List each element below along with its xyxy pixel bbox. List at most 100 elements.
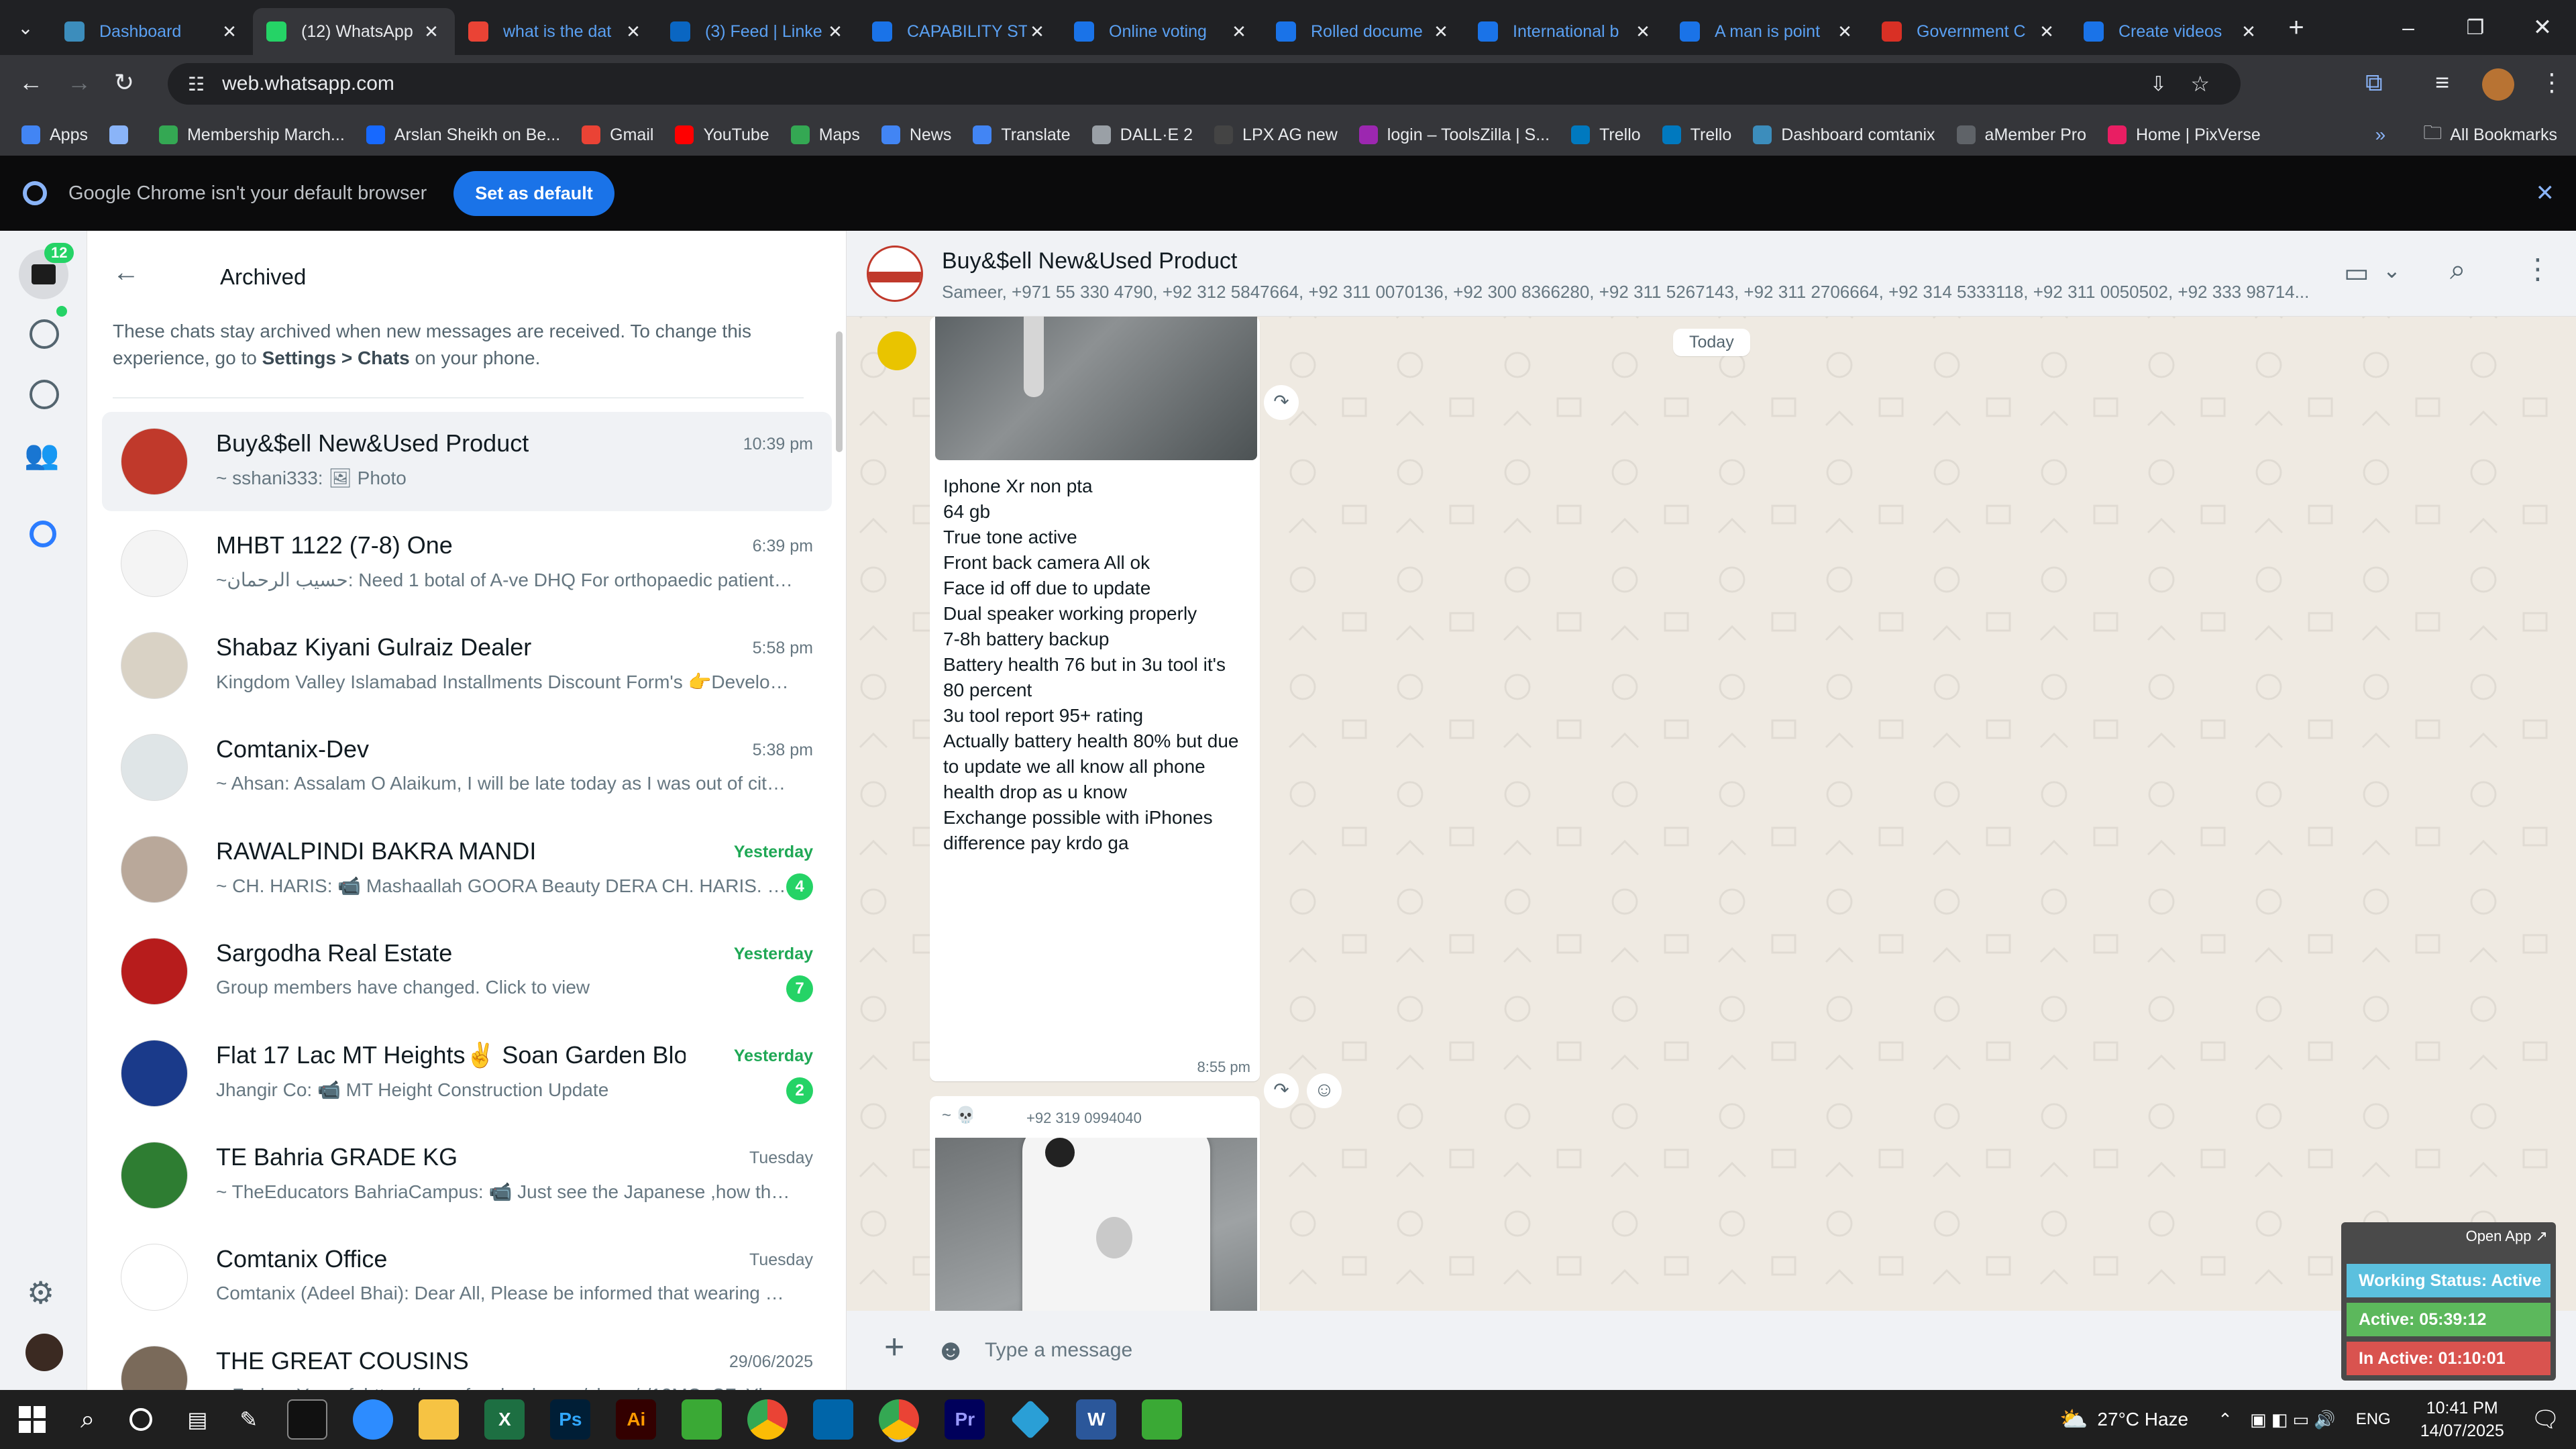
site-info-icon[interactable]: ☷ bbox=[188, 73, 205, 95]
premiere-icon[interactable]: Pr bbox=[945, 1399, 985, 1440]
communities-icon[interactable]: 👥 bbox=[24, 439, 59, 472]
open-app-link[interactable]: Open App ↗ bbox=[2466, 1228, 2548, 1245]
bookmark-item[interactable]: Trello bbox=[1571, 125, 1641, 145]
bookmark-item[interactable]: LPX AG new bbox=[1214, 125, 1338, 145]
chat-list-item[interactable]: TE Bahria GRADE KG Tuesday ~ TheEducators … bbox=[102, 1126, 832, 1225]
tab-close-icon[interactable]: ✕ bbox=[1633, 21, 1653, 42]
clock[interactable]: 10:41 PM 14/07/2025 bbox=[2420, 1397, 2504, 1442]
bookmark-item[interactable]: DALL·E 2 bbox=[1091, 125, 1193, 145]
infobar-close-icon[interactable]: ✕ bbox=[2536, 180, 2555, 207]
photoshop-icon[interactable]: Ps bbox=[550, 1399, 591, 1440]
tab-close-icon[interactable]: ✕ bbox=[1431, 21, 1451, 42]
notification-center-icon[interactable]: 🗨 bbox=[2531, 1406, 2560, 1433]
browser-tab[interactable]: A man is point ✕ bbox=[1666, 8, 1868, 55]
tab-close-icon[interactable]: ✕ bbox=[219, 21, 239, 42]
camtasia-2-icon[interactable] bbox=[1142, 1399, 1183, 1440]
channels-icon[interactable] bbox=[30, 380, 59, 409]
tab-close-icon[interactable]: ✕ bbox=[1835, 21, 1855, 42]
message-input[interactable]: Type a message bbox=[985, 1339, 1132, 1362]
menu-kebab-icon[interactable]: ⋮ bbox=[2540, 68, 2564, 97]
all-bookmarks[interactable]: All Bookmarks bbox=[2450, 125, 2557, 145]
minimize-button[interactable]: – bbox=[2375, 15, 2442, 40]
video-call-icon[interactable]: ▭ bbox=[2344, 258, 2369, 288]
install-app-icon[interactable]: ⇩ bbox=[2150, 72, 2167, 96]
chat-header[interactable]: Buy&$ell New&Used Product Sameer, +971 5… bbox=[847, 231, 2576, 317]
chat-list-item[interactable]: MHBT 1122 (7-8) One 6:39 pm ~حسیب الرحمان:… bbox=[102, 514, 832, 613]
browser-tab[interactable]: CAPABILITY ST ✕ bbox=[859, 8, 1061, 55]
terminal-app-icon[interactable] bbox=[287, 1399, 328, 1440]
forward-icon-2[interactable]: ↷ bbox=[1264, 1073, 1299, 1108]
browser-tab[interactable]: what is the dat ✕ bbox=[455, 8, 657, 55]
tab-close-icon[interactable]: ✕ bbox=[421, 21, 441, 42]
restore-button[interactable]: ❐ bbox=[2442, 16, 2509, 40]
call-dropdown-chevron-icon[interactable]: ⌄ bbox=[2383, 258, 2401, 283]
bookmark-item[interactable]: Arslan Sheikh on Be... bbox=[366, 125, 560, 145]
chat-list-item[interactable]: Comtanix-Dev 5:38 pm ~ Ahsan: Assalam O Al… bbox=[102, 718, 832, 817]
forward-icon[interactable]: → bbox=[67, 68, 91, 97]
task-view-icon[interactable]: ▤ bbox=[187, 1407, 207, 1432]
weather-text[interactable]: 27°C Haze bbox=[2097, 1409, 2188, 1430]
meta-ai-icon[interactable] bbox=[30, 521, 56, 547]
bookmark-item[interactable] bbox=[109, 125, 138, 144]
browser-tab[interactable]: (12) WhatsApp ✕ bbox=[253, 8, 455, 55]
bookmark-item[interactable]: Gmail bbox=[582, 125, 653, 145]
bookmark-item[interactable]: Apps bbox=[21, 125, 88, 145]
chat-list-item[interactable]: Sargodha Real Estate Yesterday Group membe… bbox=[102, 922, 832, 1021]
bookmark-item[interactable]: aMember Pro bbox=[1956, 125, 2086, 145]
tab-close-icon[interactable]: ✕ bbox=[1229, 21, 1249, 42]
tab-close-icon[interactable]: ✕ bbox=[2037, 21, 2057, 42]
vscode-icon[interactable] bbox=[813, 1399, 854, 1440]
cortana-icon[interactable] bbox=[129, 1408, 153, 1431]
bookmark-item[interactable]: YouTube bbox=[675, 125, 769, 145]
excel-icon[interactable]: X bbox=[484, 1399, 525, 1440]
browser-tab[interactable]: Rolled docume ✕ bbox=[1263, 8, 1464, 55]
camtasia-icon[interactable] bbox=[682, 1399, 722, 1440]
list-scrollbar[interactable] bbox=[836, 331, 843, 452]
chat-menu-icon[interactable]: ⋮ bbox=[2524, 252, 2552, 285]
chat-list-item[interactable]: RAWALPINDI BAKRA MANDI Yesterday ~ CH. HAR… bbox=[102, 820, 832, 919]
reload-icon[interactable]: ↻ bbox=[114, 68, 134, 97]
tab-close-icon[interactable]: ✕ bbox=[2239, 21, 2259, 42]
status-icon[interactable] bbox=[30, 319, 59, 349]
back-arrow-icon[interactable]: ← bbox=[113, 258, 140, 288]
bookmark-item[interactable]: login – ToolsZilla | S... bbox=[1358, 125, 1550, 145]
tab-close-icon[interactable]: ✕ bbox=[825, 21, 845, 42]
bookmark-item[interactable]: Maps bbox=[790, 125, 860, 145]
message-photo[interactable] bbox=[935, 317, 1257, 460]
more-bookmarks-icon[interactable]: » bbox=[2375, 124, 2386, 146]
zoom-app-icon[interactable] bbox=[353, 1399, 394, 1440]
bookmark-item[interactable]: Home | PixVerse bbox=[2108, 125, 2261, 145]
message-bubble[interactable]: Iphone Xr non pta 64 gb True tone active Fr… bbox=[930, 317, 1260, 1081]
address-bar[interactable]: ☷ web.whatsapp.com ⇩ ☆ bbox=[168, 63, 2241, 105]
tab-close-icon[interactable]: ✕ bbox=[623, 21, 643, 42]
bookmark-item[interactable]: Trello bbox=[1662, 125, 1731, 145]
file-explorer-icon[interactable] bbox=[419, 1399, 460, 1440]
browser-tab[interactable]: Create videos ✕ bbox=[2070, 8, 2272, 55]
group-avatar[interactable] bbox=[867, 246, 923, 302]
chrome-app-icon[interactable] bbox=[747, 1399, 788, 1440]
react-emoji-icon[interactable]: ☺ bbox=[1307, 1073, 1342, 1108]
reading-list-icon[interactable]: ≡ bbox=[2435, 68, 2449, 97]
extensions-icon[interactable]: ⧉ bbox=[2365, 68, 2383, 97]
browser-tab[interactable]: (3) Feed | Linke ✕ bbox=[657, 8, 859, 55]
set-default-button[interactable]: Set as default bbox=[453, 170, 614, 216]
bookmark-star-icon[interactable]: ☆ bbox=[2190, 71, 2210, 97]
new-tab-button[interactable]: + bbox=[2276, 13, 2316, 43]
tab-search-button[interactable]: ⌄ bbox=[0, 17, 51, 39]
tab-close-icon[interactable]: ✕ bbox=[1027, 21, 1047, 42]
browser-tab[interactable]: Dashboard ✕ bbox=[51, 8, 253, 55]
user-avatar[interactable] bbox=[25, 1334, 63, 1371]
profile-avatar[interactable] bbox=[2482, 68, 2514, 101]
language-indicator[interactable]: ENG bbox=[2356, 1410, 2391, 1429]
chat-list-item[interactable]: Comtanix Office Tuesday Comtanix (Adeel Bh… bbox=[102, 1228, 832, 1327]
chat-list-item[interactable]: Shabaz Kiyani Gulraiz Dealer 5:58 pm Kingd… bbox=[102, 616, 832, 715]
settings-icon[interactable]: ⚙ bbox=[27, 1275, 54, 1311]
search-icon[interactable]: ⌕ bbox=[2450, 254, 2466, 286]
bookmark-item[interactable]: Dashboard comtanix bbox=[1753, 125, 1935, 145]
browser-tab[interactable]: International b ✕ bbox=[1464, 8, 1666, 55]
sticker-icon[interactable]: ☻ bbox=[935, 1334, 966, 1367]
app-diamond-icon[interactable] bbox=[1010, 1399, 1051, 1440]
chat-list-item[interactable]: Flat 17 Lac MT Heights✌️ Soan Garden Blo… bbox=[102, 1024, 832, 1123]
bookmark-item[interactable]: Membership March... bbox=[158, 125, 345, 145]
forward-icon[interactable]: ↷ bbox=[1264, 385, 1299, 420]
